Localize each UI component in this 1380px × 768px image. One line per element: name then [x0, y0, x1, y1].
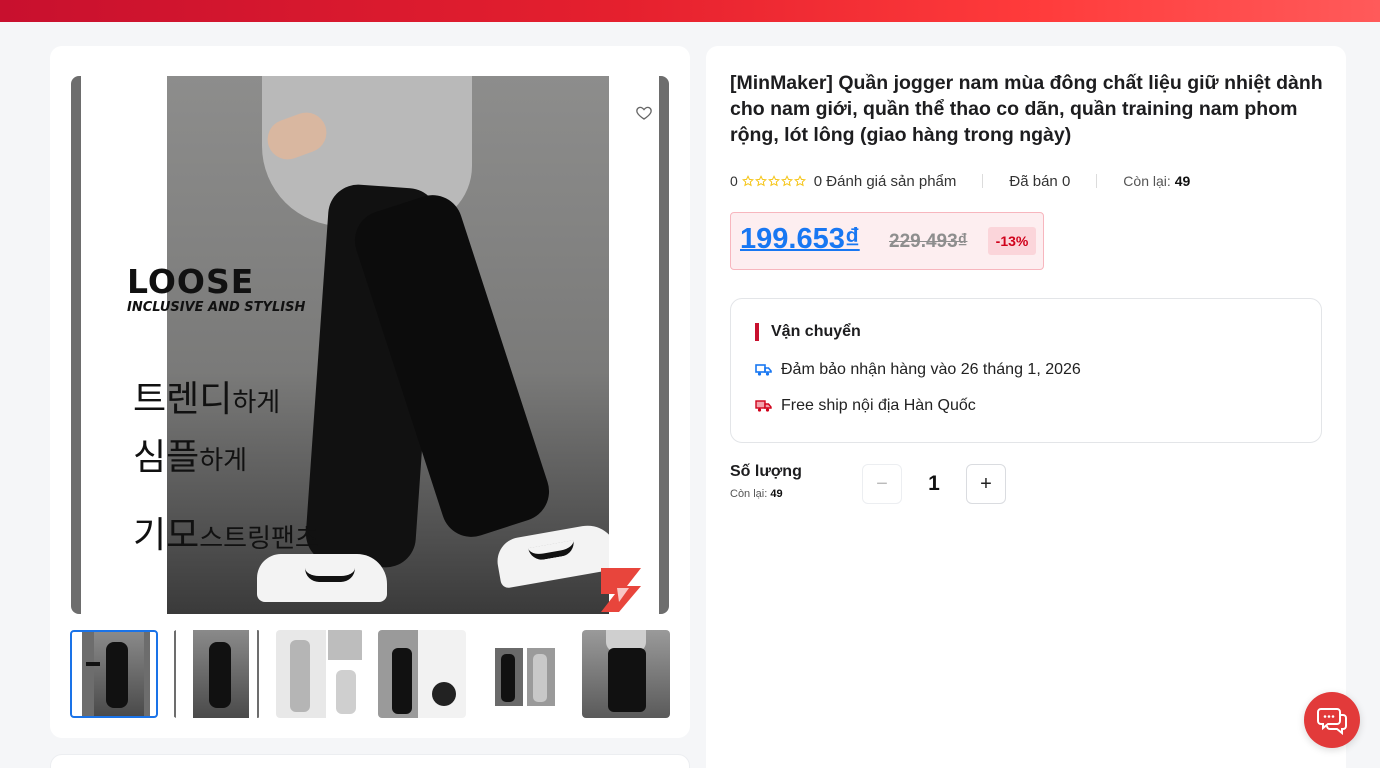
quantity-label: Số lượng — [730, 463, 802, 480]
image-subheadline: INCLUSIVE AND STYLISH — [127, 300, 306, 315]
top-header-bar — [0, 0, 1380, 22]
image-text-line-1: 트렌디하게 — [133, 370, 280, 422]
quantity-stock: Còn lại: 49 — [730, 488, 783, 500]
thumbnail-1[interactable] — [70, 630, 158, 718]
image-text-line-2-small: 하게 — [199, 446, 248, 476]
image-text-line-2: 심플하게 — [133, 428, 247, 480]
heart-icon[interactable] — [635, 104, 653, 122]
thumbnail-3[interactable] — [276, 630, 364, 718]
shipping-section: Vận chuyển Đảm bảo nhận hàng vào 26 thán… — [730, 298, 1322, 443]
star-icon — [754, 175, 767, 187]
stock-label: Còn lại: — [1123, 173, 1171, 189]
stats-divider — [1096, 174, 1098, 188]
shipping-title: Vận chuyển — [755, 323, 861, 341]
sold-count: Đã bán 0 — [1009, 172, 1071, 190]
image-text-line-3: 기모스트링팬츠 — [133, 506, 319, 558]
product-title: [MinMaker] Quần jogger nam mùa đông chất… — [730, 72, 1323, 146]
chat-button[interactable] — [1304, 692, 1360, 748]
image-text-line-1-big: 트렌디 — [133, 379, 233, 420]
image-text-line-3-small: 스트링팬츠 — [199, 524, 319, 554]
reviews-count[interactable]: 0 Đánh giá sản phẩm — [814, 173, 957, 190]
price-box: 199.653₫ 229.493₫ -13% — [730, 212, 1044, 270]
quantity-stock-value: 49 — [770, 488, 783, 500]
product-gallery-card: LOOSE INCLUSIVE AND STYLISH 트렌디하게 심플하게 기… — [50, 46, 690, 738]
sneaker-logo-left — [305, 568, 355, 582]
thumbnail-5[interactable] — [481, 630, 569, 718]
free-ship-truck-icon — [755, 400, 772, 412]
delivery-guarantee: Đảm bảo nhận hàng vào 26 tháng 1, 2026 — [755, 361, 1081, 379]
quantity-decrease-button[interactable]: − — [862, 464, 902, 504]
thumbnail-strip — [70, 630, 670, 720]
star-icon — [741, 175, 754, 187]
image-text-line-3-big: 기모 — [133, 515, 200, 556]
free-ship-info: Free ship nội địa Hàn Quốc — [755, 397, 976, 415]
thumbnail-2[interactable] — [173, 630, 261, 718]
free-ship-text: Free ship nội địa Hàn Quốc — [781, 397, 976, 414]
rating-value: 0 — [730, 173, 738, 189]
brand-logo-icon — [601, 568, 641, 612]
star-icon — [793, 175, 806, 187]
delivery-text: Đảm bảo nhận hàng vào 26 tháng 1, 2026 — [781, 361, 1081, 378]
thumbnail-6[interactable] — [582, 630, 670, 718]
product-stats: 0 0 Đánh giá sản phẩm Đã bán 0 Còn lại: 4… — [730, 171, 1190, 191]
thumbnail-4[interactable] — [378, 630, 466, 718]
stock-value: 49 — [1174, 173, 1191, 189]
truck-icon — [755, 364, 772, 376]
current-price: 199.653₫ — [740, 223, 860, 255]
star-icon — [780, 175, 793, 187]
original-price: 229.493₫ — [889, 231, 968, 252]
stats-divider — [982, 174, 984, 188]
product-secondary-card — [50, 754, 690, 768]
quantity-increase-button[interactable]: + — [966, 464, 1006, 504]
star-icon — [767, 175, 780, 187]
rating-stars — [741, 175, 806, 187]
main-image-canvas: LOOSE INCLUSIVE AND STYLISH 트렌디하게 심플하게 기… — [81, 76, 659, 614]
quantity-stock-label: Còn lại: — [730, 488, 768, 500]
chat-icon — [1317, 708, 1347, 735]
quantity-value[interactable]: 1 — [906, 472, 962, 496]
main-product-image[interactable]: LOOSE INCLUSIVE AND STYLISH 트렌디하게 심플하게 기… — [71, 76, 669, 614]
image-text-line-1-small: 하게 — [232, 388, 281, 418]
image-headline: LOOSE — [127, 262, 255, 301]
image-text-line-2-big: 심플 — [133, 437, 200, 478]
discount-badge: -13% — [988, 227, 1036, 255]
product-detail-card: [MinMaker] Quần jogger nam mùa đông chất… — [706, 46, 1346, 768]
